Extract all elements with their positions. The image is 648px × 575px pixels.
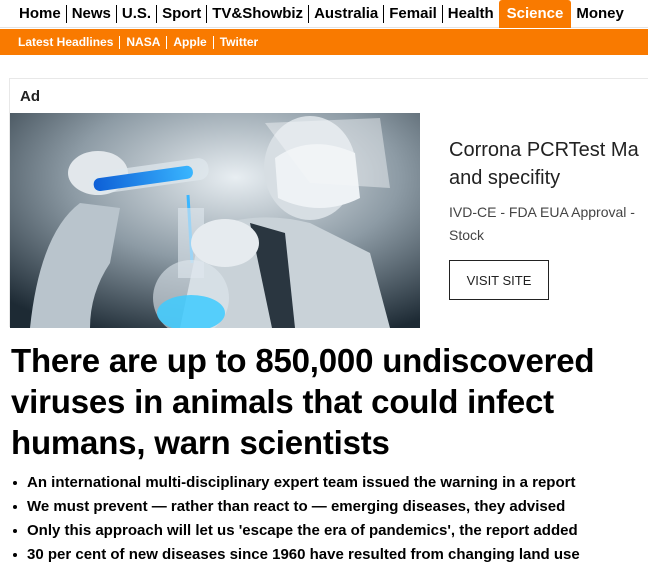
summary-bullet: An international multi-disciplinary expe… — [11, 471, 647, 495]
visit-site-button[interactable]: VISIT SITE — [449, 260, 549, 300]
subnav-latest-headlines[interactable]: Latest Headlines — [12, 35, 121, 49]
nav-item-femail[interactable]: Femail — [384, 5, 443, 23]
ad-headline[interactable]: Corrona PCRTest Ma and specifity — [449, 136, 648, 192]
bullet-dot-icon — [13, 505, 17, 509]
advertisement[interactable]: Ad Corrona PCRTest Ma and specifity IVD-… — [9, 78, 648, 328]
article-headline[interactable]: There are up to 850,000 undiscovered vir… — [11, 340, 647, 463]
nav-item-home[interactable]: Home — [14, 5, 67, 23]
nav-item-tv-showbiz[interactable]: TV&Showbiz — [207, 5, 310, 23]
ad-headline-line-2: and specifity — [449, 167, 561, 189]
ad-headline-line-1: Corrona PCRTest Ma — [449, 139, 639, 161]
nav-item-news[interactable]: News — [67, 5, 117, 23]
summary-bullet-text: Only this approach will let us 'escape t… — [27, 522, 578, 539]
summary-bullet: Only this approach will let us 'escape t… — [11, 519, 647, 543]
subnav-nasa[interactable]: NASA — [120, 35, 168, 49]
summary-bullet: 30 per cent of new diseases since 1960 h… — [11, 543, 647, 567]
summary-bullet-text: 30 per cent of new diseases since 1960 h… — [27, 546, 580, 563]
sub-navigation: Latest Headlines NASA Apple Twitter — [0, 29, 648, 55]
top-navigation: Home News U.S. Sport TV&Showbiz Australi… — [0, 0, 648, 28]
bullet-dot-icon — [13, 529, 17, 533]
ad-description-line-1: IVD-CE - FDA EUA Approval - — [449, 204, 635, 220]
ad-description: IVD-CE - FDA EUA Approval - Stock — [449, 201, 648, 247]
summary-bullet: We must prevent — rather than react to —… — [11, 495, 647, 519]
nav-item-us[interactable]: U.S. — [117, 5, 158, 23]
scientist-lab-flask-photo[interactable] — [10, 113, 420, 328]
subnav-apple[interactable]: Apple — [167, 35, 214, 49]
subnav-twitter[interactable]: Twitter — [214, 35, 264, 49]
nav-item-money[interactable]: Money — [571, 5, 629, 23]
nav-item-science[interactable]: Science — [498, 0, 572, 28]
summary-bullet-text: An international multi-disciplinary expe… — [27, 474, 576, 491]
nav-item-health[interactable]: Health — [443, 5, 499, 23]
summary-bullet-text: We must prevent — rather than react to —… — [27, 498, 566, 515]
bullet-dot-icon — [13, 553, 17, 557]
article-summary-bullets: An international multi-disciplinary expe… — [11, 471, 647, 567]
ad-photo-illustration — [10, 113, 420, 328]
ad-label: Ad — [20, 88, 40, 105]
nav-item-sport[interactable]: Sport — [157, 5, 208, 23]
bullet-dot-icon — [13, 481, 17, 485]
ad-description-line-2: Stock — [449, 227, 485, 243]
nav-item-australia[interactable]: Australia — [309, 5, 385, 23]
